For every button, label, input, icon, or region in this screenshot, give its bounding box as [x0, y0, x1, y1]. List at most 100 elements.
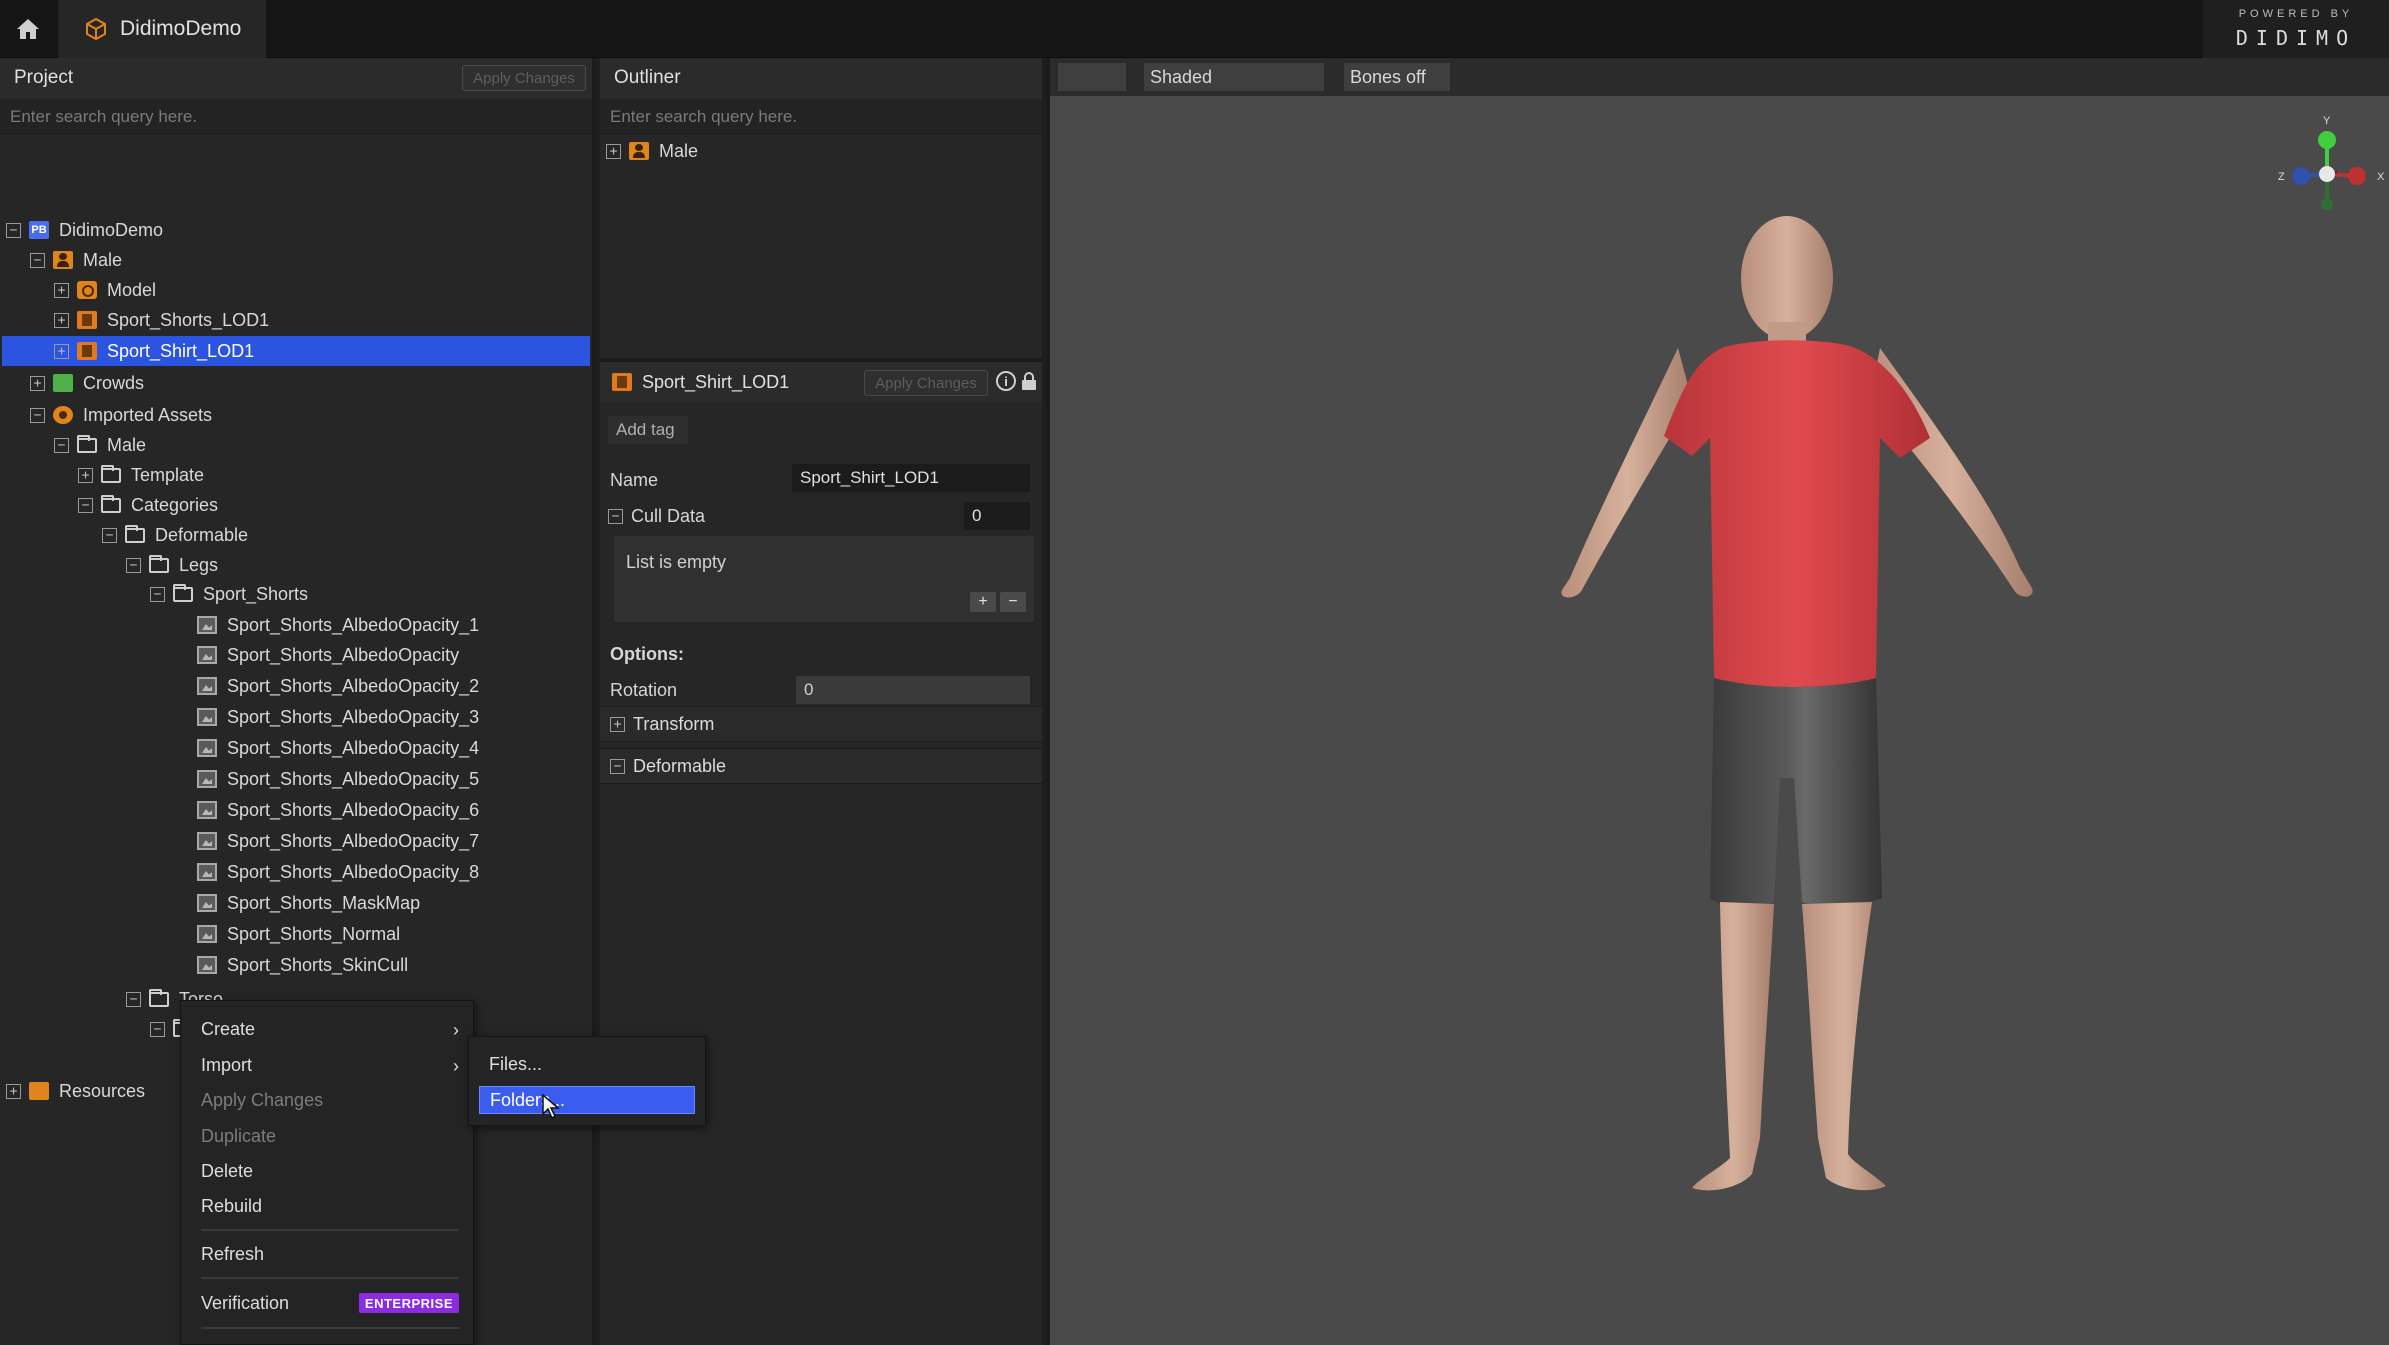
tree-item-label: Sport_Shirt_LOD1 [107, 340, 255, 361]
tree-item[interactable]: Sport_Shorts_AlbedoOpacity_5 [174, 764, 560, 794]
project-apply-changes-button[interactable]: Apply Changes [462, 65, 586, 91]
outliner-title: Outliner [614, 67, 681, 88]
tree-item[interactable]: − Sport_Shorts [150, 579, 560, 609]
texture-icon [197, 956, 217, 974]
tree-item[interactable]: − Male [54, 430, 560, 460]
app-tab[interactable]: DidimoDemo [58, 0, 266, 58]
tree-item[interactable]: Sport_Shorts_AlbedoOpacity [174, 640, 560, 670]
folder-icon [149, 554, 169, 573]
tree-item[interactable]: Sport_Shorts_AlbedoOpacity_8 [174, 857, 560, 887]
submenu-item-files[interactable]: Files... [479, 1050, 695, 1078]
tree-item-label: Sport_Shorts_LOD1 [107, 309, 270, 330]
info-icon[interactable]: i [996, 371, 1016, 391]
expand-toggle-icon[interactable]: + [610, 716, 625, 732]
3d-viewport[interactable]: Shaded Bones off Y X Z [1046, 58, 2389, 1345]
tree-item[interactable]: − Categories [78, 490, 560, 520]
tree-item[interactable]: − Male [30, 245, 560, 275]
chevron-right-icon: › [453, 1020, 459, 1040]
outliner-item-male[interactable]: + Male [606, 136, 906, 166]
transform-section[interactable]: + Transform [600, 706, 1042, 742]
collapse-toggle-icon[interactable]: − [6, 222, 21, 238]
imported-assets-icon [53, 406, 73, 424]
expand-toggle-icon[interactable]: + [54, 282, 69, 298]
expand-toggle-icon[interactable]: + [30, 375, 45, 391]
collapse-toggle-icon[interactable]: − [610, 758, 625, 774]
menu-item-import[interactable]: Import › [181, 1048, 473, 1082]
outliner-search-input[interactable] [610, 106, 1042, 127]
tree-item[interactable]: Sport_Shorts_AlbedoOpacity_3 [174, 702, 560, 732]
menu-item-verification[interactable]: Verification ENTERPRISE [181, 1286, 473, 1320]
deformable-section[interactable]: − Deformable [600, 748, 1042, 784]
tree-item[interactable]: Sport_Shorts_AlbedoOpacity_1 [174, 610, 560, 640]
menu-separator [201, 1327, 459, 1329]
tree-item[interactable]: + Sport_Shorts_LOD1 [54, 305, 560, 335]
expand-toggle-icon[interactable]: + [54, 312, 69, 328]
tree-item-resources[interactable]: + Resources [6, 1076, 176, 1106]
orientation-gizmo-icon[interactable]: Y X Z [2264, 110, 2389, 236]
bones-toggle[interactable]: Bones off [1344, 63, 1450, 91]
collapse-toggle-icon[interactable]: − [30, 407, 45, 423]
collapse-toggle-icon[interactable]: − [608, 509, 623, 524]
home-button[interactable] [0, 0, 56, 58]
menu-item-duplicate[interactable]: Duplicate [181, 1119, 473, 1153]
camera-dropdown[interactable] [1058, 63, 1126, 91]
submenu-item-folders[interactable]: Folders... [479, 1086, 695, 1114]
collapse-toggle-icon[interactable]: − [126, 991, 141, 1007]
expand-toggle-icon[interactable]: + [54, 343, 69, 359]
menu-item-create[interactable]: Create › [181, 1012, 473, 1046]
tree-item[interactable]: − Deformable [102, 520, 560, 550]
rotation-field[interactable]: 0 [796, 676, 1030, 704]
tree-item[interactable]: Sport_Shorts_AlbedoOpacity_4 [174, 733, 560, 763]
texture-icon [197, 863, 217, 881]
cull-data-list: List is empty + − [614, 536, 1034, 622]
tree-item[interactable]: Sport_Shorts_AlbedoOpacity_2 [174, 671, 560, 701]
tree-item[interactable]: + Model [54, 275, 560, 305]
clothing-icon [77, 311, 97, 329]
collapse-toggle-icon[interactable]: − [30, 252, 45, 268]
tree-item[interactable]: Sport_Shorts_AlbedoOpacity_7 [174, 826, 560, 856]
cull-data-row[interactable]: − Cull Data [608, 506, 705, 527]
expand-toggle-icon[interactable]: + [78, 467, 93, 483]
remove-item-button[interactable]: − [1000, 592, 1026, 612]
collapse-toggle-icon[interactable]: − [102, 527, 117, 543]
collapse-toggle-icon[interactable]: − [126, 557, 141, 573]
menu-item-apply-changes[interactable]: Apply Changes [181, 1083, 473, 1117]
tree-item[interactable]: − Imported Assets [30, 400, 560, 430]
expand-toggle-icon[interactable]: + [606, 143, 621, 159]
tree-item[interactable]: Sport_Shorts_MaskMap [174, 888, 560, 918]
tree-item[interactable]: − PB DidimoDemo [6, 215, 560, 245]
menu-item-label: Import [201, 1054, 253, 1075]
viewport-toolbar: Shaded Bones off [1050, 58, 2389, 96]
tree-item[interactable]: Sport_Shorts_AlbedoOpacity_6 [174, 795, 560, 825]
tree-item-label: Model [107, 279, 157, 300]
gizmo-x-label: X [2377, 171, 2385, 183]
project-icon: PB [29, 221, 49, 239]
clothing-icon [77, 342, 97, 360]
menu-item-refresh[interactable]: Refresh [181, 1237, 473, 1271]
tree-item[interactable]: Sport_Shorts_Normal [174, 919, 560, 949]
lock-icon[interactable] [1022, 372, 1036, 390]
menu-item-delete[interactable]: Delete [181, 1154, 473, 1188]
cull-data-count[interactable]: 0 [964, 502, 1030, 530]
collapse-toggle-icon[interactable]: − [54, 437, 69, 453]
tree-item[interactable]: + Sport_Shirt_LOD1 [2, 336, 590, 366]
expand-toggle-icon[interactable]: + [6, 1083, 21, 1099]
tree-item-label: Sport_Shorts_AlbedoOpacity_2 [227, 675, 480, 696]
project-search-input[interactable] [10, 106, 592, 127]
tree-item[interactable]: + Template [78, 460, 560, 490]
name-field[interactable]: Sport_Shirt_LOD1 [792, 464, 1030, 492]
add-item-button[interactable]: + [970, 592, 996, 612]
inspector-apply-changes-button[interactable]: Apply Changes [864, 370, 988, 396]
tree-item[interactable]: + Crowds [30, 368, 560, 398]
collapse-toggle-icon[interactable]: − [150, 586, 165, 602]
person-icon [53, 251, 73, 269]
menu-item-rebuild[interactable]: Rebuild [181, 1189, 473, 1223]
tree-item[interactable]: Sport_Shorts_SkinCull [174, 950, 560, 980]
options-label: Options: [610, 644, 684, 664]
collapse-toggle-icon[interactable]: − [150, 1021, 165, 1037]
collapse-toggle-icon[interactable]: − [78, 497, 93, 513]
tree-item[interactable]: − Legs [126, 550, 560, 580]
add-tag-button[interactable]: Add tag [608, 416, 688, 444]
texture-icon [197, 801, 217, 819]
shading-dropdown[interactable]: Shaded [1144, 63, 1324, 91]
